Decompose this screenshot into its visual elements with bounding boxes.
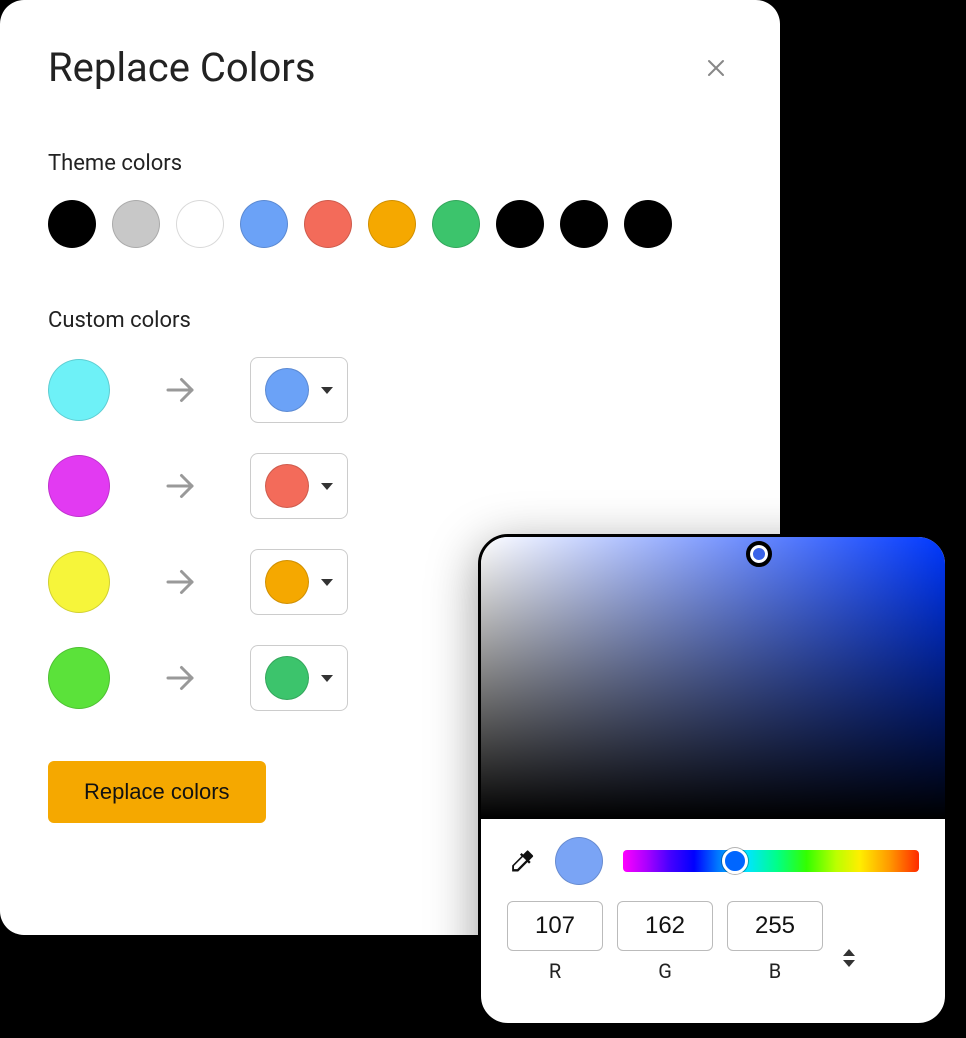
custom-from-swatch[interactable] [48, 647, 110, 709]
theme-swatch-6[interactable] [432, 200, 480, 248]
saturation-value-area[interactable] [481, 537, 945, 819]
sv-handle[interactable] [746, 541, 772, 567]
arrow-right-icon [160, 468, 200, 504]
theme-swatch-9[interactable] [624, 200, 672, 248]
theme-swatch-4[interactable] [304, 200, 352, 248]
caret-down-icon [321, 387, 333, 394]
eyedropper-button[interactable] [507, 847, 535, 875]
custom-row-0 [48, 357, 732, 423]
close-icon [704, 56, 728, 80]
custom-target-swatch [265, 560, 309, 604]
theme-swatch-3[interactable] [240, 200, 288, 248]
custom-target-select[interactable] [250, 357, 348, 423]
b-col: B [727, 901, 823, 983]
dialog-header: Replace Colors [48, 44, 732, 91]
theme-swatch-0[interactable] [48, 200, 96, 248]
arrow-right-icon [160, 660, 200, 696]
theme-colors-row [48, 200, 732, 248]
g-col: G [617, 901, 713, 983]
custom-target-swatch [265, 464, 309, 508]
custom-from-swatch[interactable] [48, 551, 110, 613]
g-label: G [658, 959, 672, 983]
custom-from-swatch[interactable] [48, 359, 110, 421]
dialog-title: Replace Colors [48, 44, 315, 91]
close-button[interactable] [700, 52, 732, 84]
color-picker-popover: R G B [478, 534, 948, 1026]
b-label: B [769, 959, 781, 983]
custom-target-swatch [265, 368, 309, 412]
eyedropper-icon [507, 847, 535, 875]
rgb-inputs-row: R G B [481, 895, 945, 983]
theme-swatch-7[interactable] [496, 200, 544, 248]
custom-colors-label: Custom colors [48, 308, 732, 333]
custom-target-select[interactable] [250, 453, 348, 519]
theme-swatch-8[interactable] [560, 200, 608, 248]
hue-slider[interactable] [623, 850, 919, 872]
theme-colors-label: Theme colors [48, 151, 732, 176]
theme-swatch-1[interactable] [112, 200, 160, 248]
theme-swatch-2[interactable] [176, 200, 224, 248]
caret-down-icon [321, 483, 333, 490]
custom-target-select[interactable] [250, 549, 348, 615]
g-input[interactable] [617, 901, 713, 951]
caret-down-icon [321, 675, 333, 682]
chevron-down-icon [843, 960, 855, 967]
chevron-up-icon [843, 949, 855, 956]
custom-row-1 [48, 453, 732, 519]
r-label: R [549, 959, 561, 983]
r-col: R [507, 901, 603, 983]
theme-swatch-5[interactable] [368, 200, 416, 248]
replace-colors-button[interactable]: Replace colors [48, 761, 266, 823]
r-input[interactable] [507, 901, 603, 951]
custom-target-select[interactable] [250, 645, 348, 711]
caret-down-icon [321, 579, 333, 586]
arrow-right-icon [160, 372, 200, 408]
custom-from-swatch[interactable] [48, 455, 110, 517]
picker-mid-row [481, 819, 945, 895]
custom-target-swatch [265, 656, 309, 700]
b-input[interactable] [727, 901, 823, 951]
color-mode-stepper[interactable] [843, 949, 855, 967]
hue-handle[interactable] [722, 848, 748, 874]
arrow-right-icon [160, 564, 200, 600]
preview-swatch [555, 837, 603, 885]
